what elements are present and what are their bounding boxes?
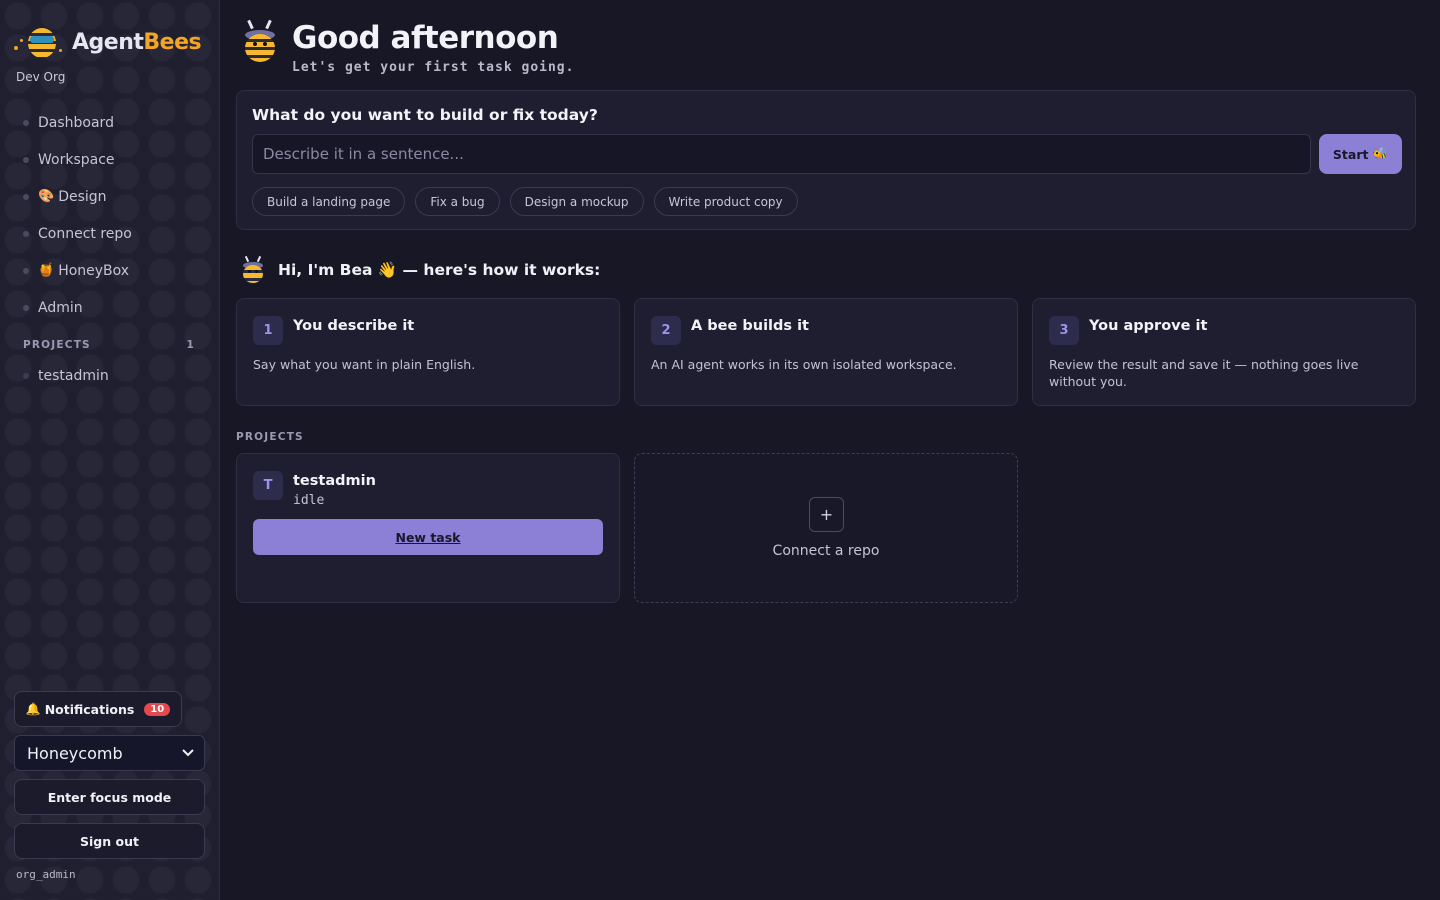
page-title: Good afternoon bbox=[292, 20, 559, 56]
sidebar-item-workspace[interactable]: Workspace bbox=[0, 141, 220, 178]
bee-logo-icon bbox=[14, 24, 64, 60]
main-content: Good afternoon Let's get your first task… bbox=[236, 0, 1416, 900]
step-number: 1 bbox=[253, 316, 283, 345]
notifications-button[interactable]: 🔔 Notifications 10 bbox=[14, 691, 182, 727]
bee-avatar-icon bbox=[240, 255, 266, 284]
project-avatar: T bbox=[253, 471, 283, 500]
step-description: Review the result and save it — nothing … bbox=[1049, 357, 1359, 389]
project-status: idle bbox=[293, 493, 325, 508]
nav-dot-icon bbox=[23, 373, 29, 379]
chip-design-mockup[interactable]: Design a mockup bbox=[509, 187, 644, 216]
chip-build-landing-page[interactable]: Build a landing page bbox=[252, 187, 406, 216]
page-header: Good afternoon Let's get your first task… bbox=[240, 19, 575, 75]
honey-pot-icon: 🍯 bbox=[38, 263, 55, 278]
nav-dot-icon bbox=[23, 304, 29, 311]
nav-dot-icon bbox=[23, 119, 29, 126]
step-number: 3 bbox=[1049, 316, 1079, 345]
chevron-down-icon bbox=[182, 749, 194, 757]
start-button[interactable]: Start 🐝 bbox=[1319, 134, 1402, 174]
step-title: A bee builds it bbox=[691, 318, 809, 334]
nav-dot-icon bbox=[23, 267, 29, 274]
sidebar-project-testadmin[interactable]: testadmin bbox=[23, 368, 109, 384]
chip-fix-bug[interactable]: Fix a bug bbox=[415, 187, 500, 216]
sidebar-item-admin[interactable]: Admin bbox=[0, 289, 220, 326]
start-button-label: Start bbox=[1332, 146, 1369, 162]
step-title: You approve it bbox=[1089, 318, 1208, 334]
sign-out-button[interactable]: Sign out bbox=[14, 823, 205, 859]
plus-icon: + bbox=[809, 497, 844, 532]
bell-icon: 🔔 bbox=[25, 702, 41, 716]
connect-repo-card[interactable]: + Connect a repo bbox=[634, 453, 1018, 603]
intro-row: Hi, I'm Bea 👋 — here's how it works: bbox=[240, 255, 601, 284]
task-description-input[interactable] bbox=[252, 134, 1311, 174]
suggestion-chips: Build a landing page Fix a bug Design a … bbox=[252, 187, 798, 216]
nav-dot-icon bbox=[23, 193, 29, 200]
sidebar-project-label: testadmin bbox=[38, 368, 109, 384]
sidebar-item-label: Connect repo bbox=[38, 225, 132, 242]
nav-dot-icon bbox=[23, 156, 29, 163]
step-number: 2 bbox=[651, 316, 681, 345]
sidebar-nav: Dashboard Workspace 🎨 Design Connect repo… bbox=[0, 104, 220, 326]
theme-select[interactable]: Honeycomb bbox=[14, 735, 205, 771]
step-card-2: 2 A bee builds it An AI agent works in i… bbox=[634, 298, 1018, 406]
step-description: An AI agent works in its own isolated wo… bbox=[651, 357, 957, 372]
step-description: Say what you want in plain English. bbox=[253, 357, 476, 372]
sidebar-item-connect-repo[interactable]: Connect repo bbox=[0, 215, 220, 252]
theme-select-value: Honeycomb bbox=[27, 743, 123, 763]
focus-mode-button[interactable]: Enter focus mode bbox=[14, 779, 205, 815]
prompt-question: What do you want to build or fix today? bbox=[252, 106, 598, 124]
page-subtitle: Let's get your first task going. bbox=[292, 60, 575, 75]
sidebar: AgentBees Dev Org Dashboard Workspace 🎨 D… bbox=[0, 0, 220, 900]
bee-icon: 🐝 bbox=[1372, 146, 1389, 161]
brand-name: AgentBees bbox=[72, 29, 202, 55]
project-name: testadmin bbox=[293, 473, 376, 489]
sidebar-item-label: HoneyBox bbox=[58, 262, 130, 279]
task-prompt-card: What do you want to build or fix today? … bbox=[236, 90, 1416, 230]
notifications-label: Notifications bbox=[44, 701, 135, 717]
logo[interactable]: AgentBees bbox=[14, 24, 202, 60]
palette-icon: 🎨 bbox=[38, 189, 55, 204]
sidebar-item-dashboard[interactable]: Dashboard bbox=[0, 104, 220, 141]
user-role: org_admin bbox=[16, 868, 76, 881]
step-title: You describe it bbox=[293, 318, 415, 334]
step-card-1: 1 You describe it Say what you want in p… bbox=[236, 298, 620, 406]
sidebar-item-label: Design bbox=[58, 188, 107, 205]
sidebar-item-label: Workspace bbox=[38, 151, 115, 168]
projects-count: 1 bbox=[186, 339, 195, 351]
nav-dot-icon bbox=[23, 230, 29, 237]
org-name: Dev Org bbox=[16, 70, 66, 84]
sidebar-item-label: Admin bbox=[38, 299, 83, 316]
notifications-badge: 10 bbox=[144, 702, 171, 716]
projects-section-label: PROJECTS bbox=[236, 431, 304, 443]
bee-mascot-icon bbox=[240, 19, 280, 64]
new-task-button[interactable]: New task bbox=[253, 519, 603, 555]
sidebar-item-label: Dashboard bbox=[38, 114, 114, 131]
sidebar-item-design[interactable]: 🎨 Design bbox=[0, 178, 220, 215]
connect-repo-label: Connect a repo bbox=[772, 543, 880, 559]
project-card: T testadmin idle New task bbox=[236, 453, 620, 603]
sidebar-item-honeybox[interactable]: 🍯 HoneyBox bbox=[0, 252, 220, 289]
intro-text: Hi, I'm Bea 👋 — here's how it works: bbox=[278, 261, 601, 279]
sidebar-projects-heading: PROJECTS 1 bbox=[23, 339, 195, 351]
chip-write-product-copy[interactable]: Write product copy bbox=[653, 187, 798, 216]
step-card-3: 3 You approve it Review the result and s… bbox=[1032, 298, 1416, 406]
